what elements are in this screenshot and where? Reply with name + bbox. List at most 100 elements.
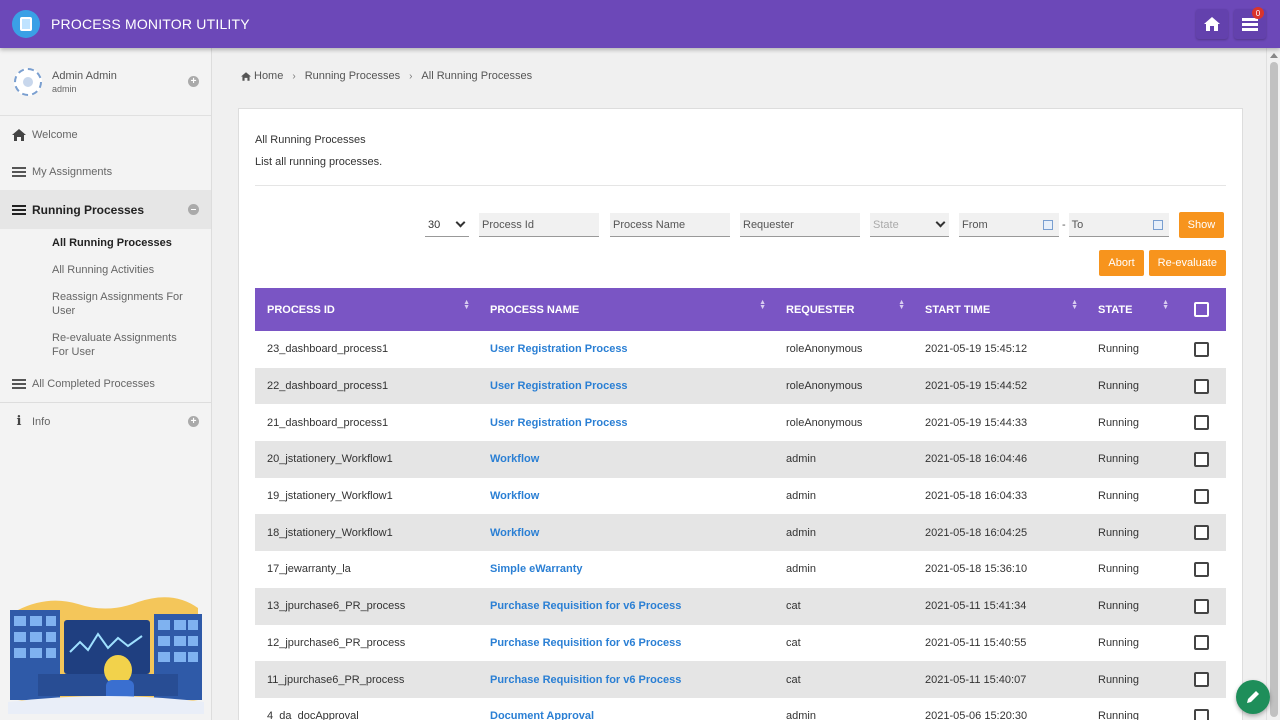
sidebar-item-all-completed-processes[interactable]: All Completed Processes bbox=[0, 365, 211, 402]
row-checkbox[interactable] bbox=[1194, 451, 1209, 467]
sidebar-subitem-all-running-processes[interactable]: All Running Processes bbox=[52, 229, 211, 256]
reevaluate-button[interactable]: Re-evaluate bbox=[1148, 250, 1226, 276]
table-row[interactable]: 13_jpurchase6_PR_process Purchase Requisi… bbox=[255, 587, 1226, 625]
user-role: admin bbox=[52, 83, 77, 94]
row-select-cell bbox=[1177, 635, 1226, 651]
row-checkbox[interactable] bbox=[1194, 341, 1209, 357]
sidebar-item-my-assignments[interactable]: My Assignments bbox=[0, 153, 211, 190]
row-checkbox[interactable] bbox=[1194, 488, 1209, 504]
sidebar: Admin Admin admin + Welcome My Assignmen… bbox=[0, 48, 212, 720]
table-row[interactable]: 17_jewarranty_la Simple eWarranty admin 202… bbox=[255, 551, 1226, 588]
edit-button[interactable] bbox=[1236, 680, 1270, 714]
column-header-process-id[interactable]: PROCESS ID ▲ ▼ bbox=[255, 299, 478, 316]
process-id-input[interactable]: Process Id bbox=[479, 213, 599, 237]
calendar-icon[interactable] bbox=[1043, 219, 1053, 230]
notifications-button[interactable]: 0 bbox=[1234, 7, 1266, 39]
row-select-cell bbox=[1177, 672, 1226, 688]
scrollbar-thumb[interactable] bbox=[1270, 62, 1278, 717]
home-button[interactable] bbox=[1196, 9, 1228, 39]
processes-table: PROCESS ID ▲ ▼ PROCESS NAME ▲ ▼ REQUESTER ▲ ▼ … bbox=[255, 288, 1226, 720]
process-name-input[interactable]: Process Name bbox=[610, 213, 730, 237]
process-name-link[interactable]: Purchase Requisition for v6 Process bbox=[478, 637, 774, 649]
scroll-up-icon[interactable] bbox=[1269, 53, 1278, 58]
column-header-label: PROCESS ID bbox=[267, 303, 335, 316]
list-icon bbox=[11, 378, 27, 389]
to-date-input[interactable]: To bbox=[1068, 213, 1169, 237]
page-size-select[interactable]: 30 bbox=[425, 213, 469, 237]
abort-button[interactable]: Abort bbox=[1099, 250, 1144, 276]
expand-info-icon[interactable]: + bbox=[188, 416, 199, 427]
row-checkbox[interactable] bbox=[1194, 672, 1209, 688]
page-scrollbar[interactable] bbox=[1266, 48, 1280, 720]
show-button[interactable]: Show bbox=[1178, 212, 1225, 238]
start-time-cell: 2021-05-06 15:20:30 bbox=[925, 710, 1028, 720]
row-checkbox[interactable] bbox=[1194, 598, 1209, 614]
start-time-cell: 2021-05-11 15:41:34 bbox=[925, 600, 1027, 613]
table-row[interactable]: 11_jpurchase6_PR_process Purchase Requisi… bbox=[255, 661, 1226, 698]
chevron-right-icon: › bbox=[409, 70, 413, 82]
state-cell: Running bbox=[1098, 600, 1139, 613]
action-bar: Abort Re-evaluate bbox=[1099, 250, 1226, 276]
sort-icon: ▲ ▼ bbox=[463, 298, 470, 311]
sidebar-subitem-reassign-assignments[interactable]: Reassign Assignments For User bbox=[52, 283, 211, 324]
table-row[interactable]: 23_dashboard_process1 User Registration P… bbox=[255, 331, 1226, 368]
process-name-link[interactable]: Purchase Requisition for v6 Process bbox=[478, 674, 774, 686]
expand-user-icon[interactable]: + bbox=[188, 76, 199, 87]
process-id-cell: 18_jstationery_Workflow1 bbox=[267, 526, 393, 539]
table-row[interactable]: 12_jpurchase6_PR_process Purchase Requisi… bbox=[255, 625, 1226, 662]
process-name-link[interactable]: Workflow bbox=[478, 453, 774, 465]
process-name-link[interactable]: Document Approval bbox=[478, 710, 774, 720]
state-cell: Running bbox=[1098, 673, 1139, 686]
process-name-link[interactable]: Simple eWarranty bbox=[478, 563, 774, 575]
list-icon bbox=[11, 204, 27, 215]
table-row[interactable]: 19_jstationery_Workflow1 Workflow admin 202… bbox=[255, 478, 1226, 515]
row-checkbox[interactable] bbox=[1194, 415, 1209, 431]
table-row[interactable]: 22_dashboard_process1 User Registration P… bbox=[255, 367, 1226, 405]
date-range-separator: - bbox=[1062, 219, 1066, 231]
breadcrumb-home[interactable]: Home bbox=[254, 70, 283, 82]
sidebar-item-welcome[interactable]: Welcome bbox=[0, 116, 211, 153]
home-icon bbox=[241, 71, 251, 81]
process-name-link[interactable]: Workflow bbox=[478, 490, 774, 502]
row-checkbox[interactable] bbox=[1194, 635, 1209, 651]
top-bar: PROCESS MONITOR UTILITY 0 bbox=[0, 0, 1280, 48]
process-name-link[interactable]: Purchase Requisition for v6 Process bbox=[478, 600, 774, 612]
start-time-cell: 2021-05-11 15:40:55 bbox=[925, 636, 1027, 649]
row-select-cell bbox=[1177, 488, 1226, 504]
row-checkbox[interactable] bbox=[1194, 561, 1209, 577]
select-all-checkbox[interactable] bbox=[1194, 302, 1209, 317]
from-date-input[interactable]: From bbox=[959, 213, 1059, 237]
requester-cell: cat bbox=[786, 673, 801, 686]
row-checkbox[interactable] bbox=[1194, 708, 1209, 720]
requester-cell: admin bbox=[786, 490, 816, 503]
notification-badge: 0 bbox=[1252, 7, 1264, 19]
column-header-state[interactable]: STATE ▲ ▼ bbox=[1086, 299, 1177, 316]
row-checkbox[interactable] bbox=[1194, 378, 1209, 394]
page-title: All Running Processes bbox=[255, 134, 366, 146]
process-name-link[interactable]: User Registration Process bbox=[478, 343, 774, 355]
column-header-requester[interactable]: REQUESTER ▲ ▼ bbox=[774, 299, 913, 316]
process-name-link[interactable]: User Registration Process bbox=[478, 417, 774, 429]
table-row[interactable]: 21_dashboard_process1 User Registration P… bbox=[255, 404, 1226, 441]
row-checkbox[interactable] bbox=[1194, 525, 1209, 541]
sidebar-subitem-reevaluate-assignments[interactable]: Re-evaluate Assignments For User bbox=[52, 324, 211, 365]
sidebar-item-info[interactable]: i Info + bbox=[0, 403, 211, 440]
sidebar-item-label: All Completed Processes bbox=[32, 377, 155, 390]
state-select[interactable]: State bbox=[870, 213, 949, 237]
user-profile[interactable]: Admin Admin admin + bbox=[0, 48, 211, 116]
state-cell: Running bbox=[1098, 710, 1139, 720]
requester-input[interactable]: Requester bbox=[740, 213, 860, 237]
collapse-icon[interactable] bbox=[188, 204, 199, 215]
calendar-icon[interactable] bbox=[1152, 219, 1163, 230]
sidebar-subitem-all-running-activities[interactable]: All Running Activities bbox=[52, 256, 211, 283]
requester-cell: cat bbox=[786, 600, 801, 613]
table-row[interactable]: 18_jstationery_Workflow1 Workflow admin 202… bbox=[255, 514, 1226, 552]
process-name-link[interactable]: Workflow bbox=[478, 527, 774, 539]
column-header-process-name[interactable]: PROCESS NAME ▲ ▼ bbox=[478, 299, 774, 316]
column-header-start-time[interactable]: START TIME ▲ ▼ bbox=[913, 299, 1086, 316]
process-name-link[interactable]: User Registration Process bbox=[478, 380, 774, 392]
breadcrumb-running-processes[interactable]: Running Processes bbox=[305, 70, 400, 82]
table-row[interactable]: 4_da_docApproval Document Approval admin 20… bbox=[255, 698, 1226, 720]
table-row[interactable]: 20_jstationery_Workflow1 Workflow admin 202… bbox=[255, 441, 1226, 478]
sidebar-item-running-processes[interactable]: Running Processes bbox=[0, 190, 211, 229]
